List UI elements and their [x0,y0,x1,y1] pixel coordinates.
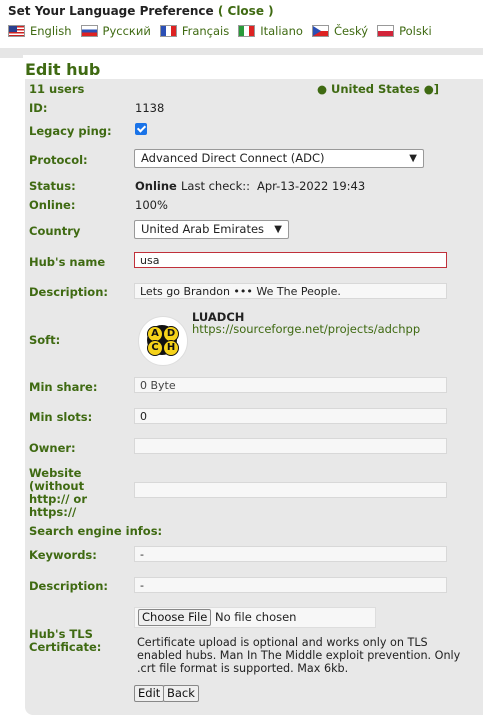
min-share-input[interactable]: 0 Byte [134,377,447,393]
lang-english-label: English [30,24,72,38]
keywords-label: Keywords: [29,548,97,562]
page-title: Edit hub [25,60,101,79]
legacy-ping-checkbox[interactable] [135,123,147,135]
certificate-file-input[interactable]: Choose File No file chosen [134,607,376,628]
flag-it-icon [238,25,256,37]
flag-ru-icon [80,25,98,37]
id-value: 1138 [135,101,165,115]
edit-hub-panel: Edit hub 11 users ● United States ●] ID:… [23,55,483,715]
search-description-input[interactable]: - [134,577,447,593]
last-check-label: Last check:: [181,179,251,193]
min-share-label: Min share: [29,380,98,394]
min-slots-label: Min slots: [29,410,93,424]
country-label: Country [29,224,81,238]
protocol-label: Protocol: [29,153,88,167]
soft-label: Soft: [29,333,61,347]
website-input[interactable] [134,482,447,498]
search-description-label: Description: [29,579,108,593]
users-count: 11 users [29,82,85,96]
online-label: Online: [29,198,76,212]
lang-czech-label: Český [333,24,369,38]
website-label-4: https:// [29,505,77,519]
website-label-3: http:// or [29,492,87,506]
protocol-select-value: Advanced Direct Connect (ADC) [141,151,325,165]
status-value: Online [135,179,177,193]
chevron-down-icon: ▼ [274,224,282,235]
language-bar: Set Your Language Preference ( Close ) E… [0,0,483,44]
lang-french-label: Français [181,24,230,38]
keywords-input[interactable]: - [134,546,447,562]
language-title: Set Your Language Preference ( Close ) [8,4,475,18]
min-slots-input[interactable]: 0 [134,408,447,424]
owner-input[interactable] [134,438,447,454]
adc-logo-icon: A D C H [138,316,188,366]
description-input[interactable]: Lets go Brandon ••• We The People. [134,283,447,299]
lang-russian-label: Русский [102,24,151,38]
search-infos-label: Search engine infos: [29,524,163,538]
flag-us-icon [8,25,25,37]
id-label: ID: [29,101,48,115]
online-value: 100% [135,198,168,212]
tls-label-1: Hub's TLS [29,627,93,641]
lang-italian[interactable]: Italiano [238,24,303,38]
paren-open: ( [217,4,224,18]
owner-label: Owner: [29,441,76,455]
country-select[interactable]: United Arab Emirates ▼ [134,220,289,239]
country-indicator[interactable]: ● United States ●] [317,82,439,96]
status-label: Status: [29,179,76,193]
paren-close: ) [268,4,274,18]
lang-polish-label: Polski [399,24,432,38]
edit-button[interactable]: Edit [134,685,165,702]
language-list: English Русский Français Italiano Český … [8,24,475,38]
lang-russian[interactable]: Русский [80,24,151,38]
flag-pl-icon [377,25,395,37]
website-label-1: Website [29,466,82,480]
lang-czech[interactable]: Český [311,24,369,38]
lang-polish[interactable]: Polski [377,24,432,38]
soft-url-link[interactable]: https://sourceforge.net/projects/adchpp [192,322,420,336]
choose-file-button[interactable]: Choose File [138,609,212,626]
certificate-note: Certificate upload is optional and works… [137,636,461,675]
last-check-value: Apr-13-2022 19:43 [257,179,366,193]
chevron-down-icon: ▼ [409,153,417,164]
no-file-chosen-text: No file chosen [215,610,297,624]
lang-italian-label: Italiano [260,24,303,38]
country-select-value: United Arab Emirates [141,222,265,236]
hub-name-label: Hub's name [29,255,106,269]
hub-name-input[interactable]: usa [134,252,447,268]
legacy-ping-label: Legacy ping: [29,124,112,138]
website-label-2: (without [29,479,85,493]
language-title-text: Set Your Language Preference [8,4,214,18]
panel-header: Edit hub [23,55,483,79]
protocol-select[interactable]: Advanced Direct Connect (ADC) ▼ [134,149,424,168]
lang-french[interactable]: Français [159,24,230,38]
flag-cz-icon [311,25,329,37]
tls-label-2: Certificate: [29,640,102,654]
description-label: Description: [29,285,108,299]
lang-english[interactable]: English [8,24,72,38]
flag-fr-icon [159,25,177,37]
back-button[interactable]: Back [163,685,199,702]
close-language-link[interactable]: Close [228,4,264,18]
